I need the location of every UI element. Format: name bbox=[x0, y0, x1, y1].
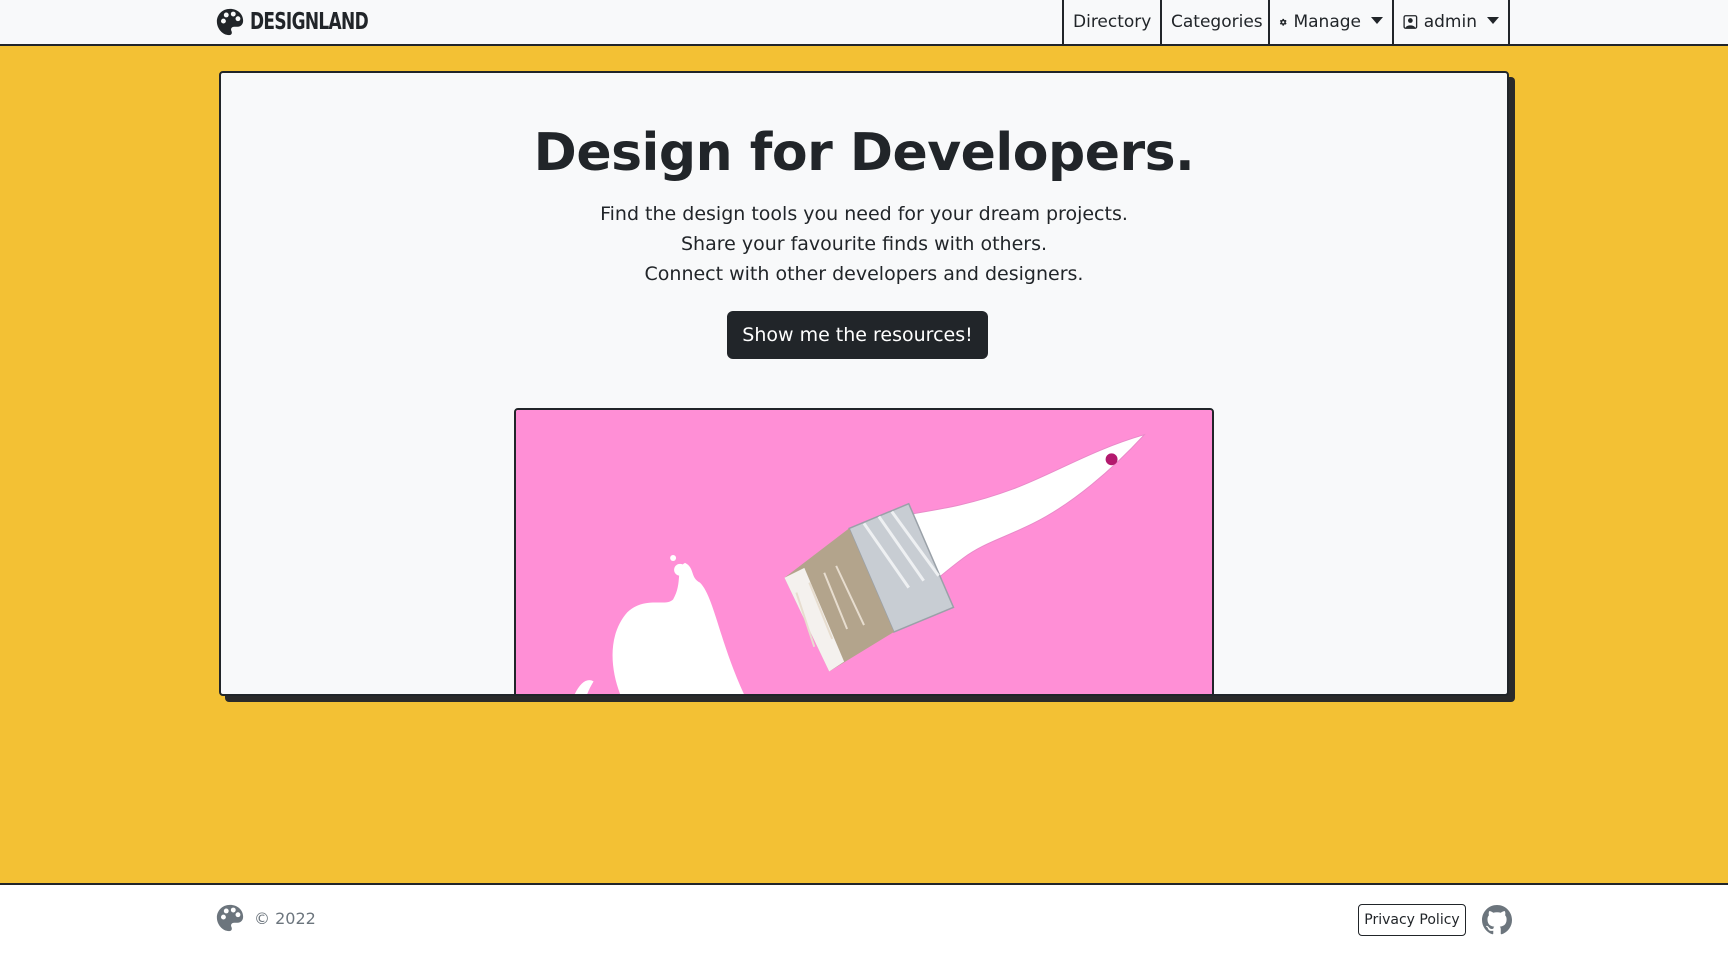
chevron-down-icon bbox=[1371, 16, 1383, 24]
nav-categories-label: Categories bbox=[1171, 12, 1263, 32]
page-footer: © 2022 Privacy Policy bbox=[0, 883, 1728, 957]
hero-line: Share your favourite finds with others. bbox=[680, 233, 1048, 255]
nav-links: Directory Categories Manage admin bbox=[1062, 0, 1510, 44]
github-icon[interactable] bbox=[1482, 905, 1512, 935]
person-badge-icon bbox=[1403, 15, 1418, 29]
nav-user-dropdown[interactable]: admin bbox=[1392, 0, 1510, 44]
gear-icon bbox=[1279, 18, 1287, 26]
chevron-down-icon bbox=[1487, 16, 1499, 24]
privacy-policy-button[interactable]: Privacy Policy bbox=[1358, 904, 1466, 936]
hero-image-paintbrush bbox=[514, 408, 1214, 694]
top-navbar: DESIGNLAND Directory Categories Manage a… bbox=[0, 0, 1728, 46]
show-resources-button[interactable]: Show me the resources! bbox=[727, 311, 988, 359]
hero-card: Design for Developers. Find the design t… bbox=[219, 71, 1509, 696]
hero-line: Find the design tools you need for your … bbox=[600, 203, 1128, 225]
brand-link[interactable]: DESIGNLAND bbox=[215, 5, 394, 39]
copyright-text: © 2022 bbox=[254, 909, 316, 928]
hero-description: Find the design tools you need for your … bbox=[221, 199, 1507, 289]
hero-line: Connect with other developers and design… bbox=[644, 263, 1084, 285]
nav-manage-dropdown[interactable]: Manage bbox=[1268, 0, 1392, 44]
palette-icon bbox=[216, 8, 244, 36]
hero-title: Design for Developers. bbox=[533, 123, 1195, 183]
paintbrush-illustration bbox=[516, 410, 1212, 694]
nav-manage-label: Manage bbox=[1293, 12, 1361, 32]
nav-directory-label: Directory bbox=[1073, 12, 1152, 32]
nav-user-label: admin bbox=[1423, 12, 1477, 32]
nav-directory[interactable]: Directory bbox=[1062, 0, 1160, 44]
palette-icon bbox=[216, 904, 244, 932]
brand-name: DESIGNLAND bbox=[250, 9, 369, 35]
nav-categories[interactable]: Categories bbox=[1160, 0, 1268, 44]
